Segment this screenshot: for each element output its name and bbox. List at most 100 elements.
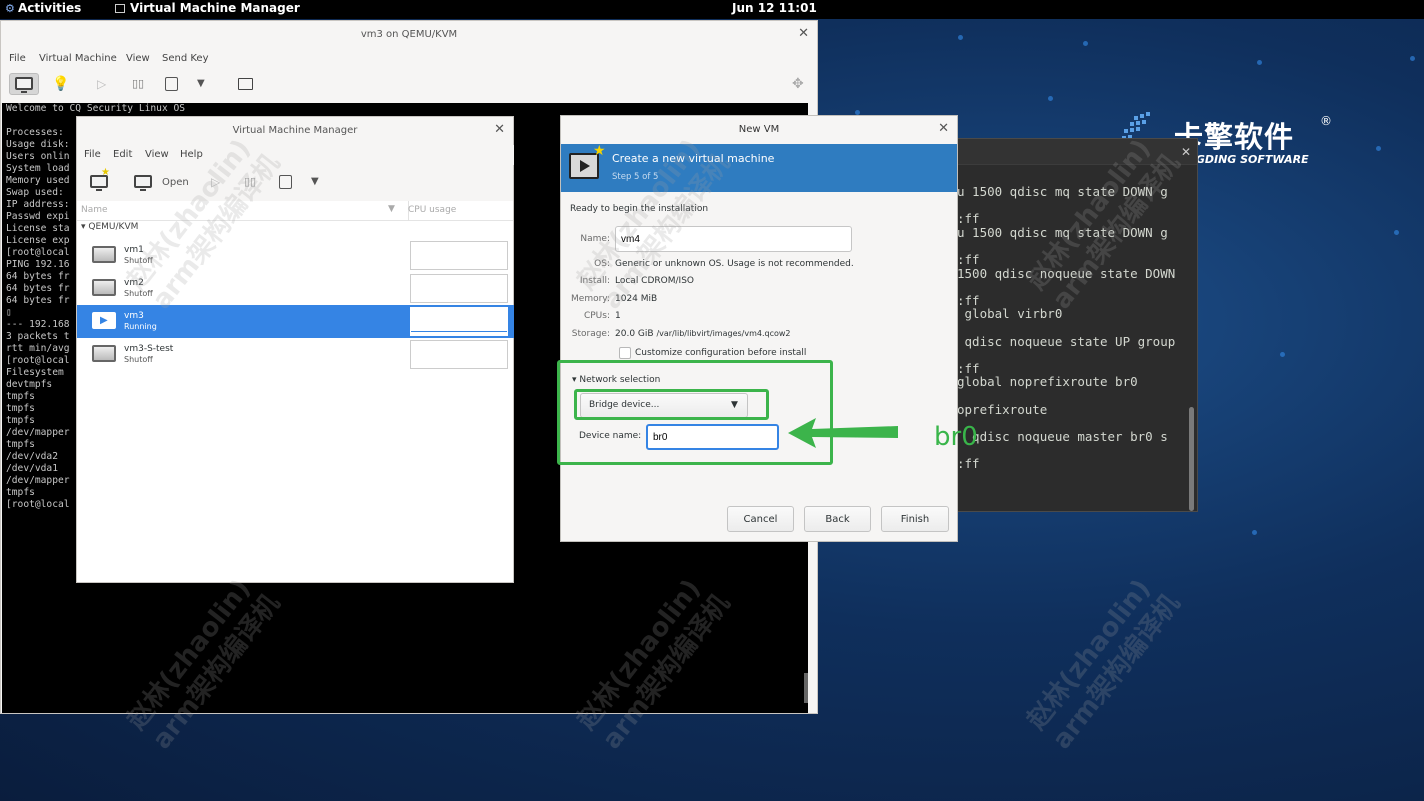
show-console-button[interactable] xyxy=(9,73,39,95)
new-vm-icon xyxy=(569,143,606,179)
cpu-graph xyxy=(410,307,508,336)
activities-icon: ⚙ xyxy=(5,2,15,15)
close-icon[interactable]: ✕ xyxy=(938,121,949,136)
watermark-line: arm架构编译机 xyxy=(1046,588,1186,755)
vm-status: Shutoff xyxy=(124,256,153,265)
clock[interactable]: Jun 12 11:01 xyxy=(732,1,817,15)
chevron-down-icon: ▼ xyxy=(197,78,205,89)
finish-button[interactable]: Finish xyxy=(881,506,949,532)
close-icon[interactable]: ✕ xyxy=(1181,145,1191,159)
shutdown-button[interactable] xyxy=(159,73,183,95)
shutdown-button[interactable] xyxy=(275,171,295,193)
banner-step: Step 5 of 5 xyxy=(612,172,659,182)
dialog-title: New VM xyxy=(738,124,780,135)
terminal-scrollbar[interactable] xyxy=(1189,407,1194,511)
close-icon[interactable]: ✕ xyxy=(798,26,809,41)
vm-row[interactable]: vm2 Shutoff xyxy=(77,272,514,305)
close-icon[interactable]: ✕ xyxy=(494,122,505,137)
new-vm-button[interactable]: ★ xyxy=(85,167,111,193)
back-button[interactable]: Back xyxy=(804,506,871,532)
fullscreen-icon: ✥ xyxy=(792,76,804,92)
show-details-button[interactable]: 💡 xyxy=(45,73,69,95)
terminal-output: u 1500 qdisc mq state DOWN g :ff u 1500 … xyxy=(957,184,1176,471)
vm-list-header: Name ▼ CPU usage xyxy=(77,201,513,221)
ready-text: Ready to begin the installation xyxy=(570,204,709,214)
storage-size: 20.0 GiB xyxy=(615,329,654,339)
snapshots-button[interactable] xyxy=(232,73,258,95)
menu-send-key[interactable]: Send Key xyxy=(162,53,209,64)
connection-group[interactable]: ▾ QEMU/KVM xyxy=(81,222,138,232)
menu-edit[interactable]: Edit xyxy=(113,149,132,160)
pause-icon: ▯▯ xyxy=(244,175,257,188)
storage-value: 20.0 GiB /var/lib/libvirt/images/vm4.qco… xyxy=(615,329,791,339)
vm-status: Shutoff xyxy=(124,355,153,364)
cpu-graph xyxy=(410,274,508,303)
window-title: vm3 on QEMU/KVM xyxy=(360,29,458,40)
play-icon: ▷ xyxy=(211,175,221,189)
run-button[interactable]: ▷ xyxy=(205,171,227,193)
pause-button[interactable]: ▯▯ xyxy=(125,73,149,95)
menu-bar: File Virtual Machine View Send Key xyxy=(9,53,309,67)
storage-path: /var/lib/libvirt/images/vm4.qcow2 xyxy=(656,329,791,338)
open-button[interactable]: Open xyxy=(129,171,191,193)
watermark: 赵林(zhaolin) arm架构编译机 xyxy=(1021,568,1187,755)
install-value: Local CDROM/ISO xyxy=(615,276,694,286)
annotation-label: br0 xyxy=(934,422,978,452)
vm-name: vm1 xyxy=(124,245,144,255)
console-scrollbar[interactable] xyxy=(804,673,808,703)
vm-name-input[interactable] xyxy=(615,226,852,252)
activities-button[interactable]: Activities xyxy=(18,1,81,15)
bg-dot xyxy=(1083,41,1088,46)
chevron-down-icon: ▼ xyxy=(311,176,319,187)
pause-button[interactable]: ▯▯ xyxy=(239,171,261,193)
menu-help[interactable]: Help xyxy=(180,149,203,160)
vm-row[interactable]: vm3-S-test Shutoff xyxy=(77,338,514,371)
pause-icon: ▯▯ xyxy=(132,77,145,90)
customize-label[interactable]: Customize configuration before install xyxy=(635,348,806,358)
vm-row[interactable]: vm1 Shutoff xyxy=(77,239,514,272)
vm-name: vm3 xyxy=(124,311,144,321)
snapshot-icon xyxy=(238,78,253,90)
banner-title: Create a new virtual machine xyxy=(612,152,775,165)
vm-name: vm2 xyxy=(124,278,144,288)
watermark-line: 赵林(zhaolin) xyxy=(1021,574,1157,736)
app-menu[interactable]: Virtual Machine Manager xyxy=(130,1,300,15)
dropdown-highlight-box xyxy=(574,389,769,420)
cpu-graph xyxy=(410,340,508,369)
vm-name: vm3-S-test xyxy=(124,344,174,354)
lightbulb-icon: 💡 xyxy=(52,76,70,92)
vm-shutoff-icon xyxy=(92,246,116,263)
column-name[interactable]: Name xyxy=(81,205,108,215)
bg-dot xyxy=(1048,96,1053,101)
customize-checkbox[interactable] xyxy=(619,347,631,359)
bg-dot xyxy=(1257,60,1262,65)
connection-label: QEMU/KVM xyxy=(88,222,139,232)
sort-chevron-icon: ▼ xyxy=(388,204,395,214)
vm-status: Shutoff xyxy=(124,289,153,298)
shutdown-menu-button[interactable]: ▼ xyxy=(191,73,211,95)
shutdown-menu-button[interactable]: ▼ xyxy=(307,171,325,193)
vm-row-selected[interactable]: ▶ vm3 Running xyxy=(77,305,514,338)
wizard-banner: Create a new virtual machine Step 5 of 5 xyxy=(561,143,957,192)
menu-virtual-machine[interactable]: Virtual Machine xyxy=(39,53,117,64)
play-icon: ▷ xyxy=(97,77,107,91)
menu-view[interactable]: View xyxy=(126,53,150,64)
bg-dot xyxy=(1280,352,1285,357)
vmm-window: Virtual Machine Manager ✕ File Edit View… xyxy=(76,116,514,583)
bg-dot xyxy=(958,35,963,40)
annotation-arrow-icon xyxy=(788,418,898,448)
background-terminal[interactable]: ✕ u 1500 qdisc mq state DOWN g :ff u 150… xyxy=(952,138,1198,512)
fullscreen-button[interactable]: ✥ xyxy=(788,73,810,95)
run-button[interactable]: ▷ xyxy=(89,73,113,95)
column-cpu-usage[interactable]: CPU usage xyxy=(408,205,456,215)
vmm-titlebar: Virtual Machine Manager ✕ xyxy=(77,117,513,145)
bg-dot xyxy=(1410,56,1415,61)
cpu-graph xyxy=(410,241,508,270)
bg-dot xyxy=(1376,146,1381,151)
menu-file[interactable]: File xyxy=(9,53,26,64)
vm-shutoff-icon xyxy=(92,279,116,296)
bg-dot xyxy=(1394,230,1399,235)
cancel-button[interactable]: Cancel xyxy=(727,506,794,532)
menu-view[interactable]: View xyxy=(145,149,169,160)
menu-file[interactable]: File xyxy=(84,149,101,160)
